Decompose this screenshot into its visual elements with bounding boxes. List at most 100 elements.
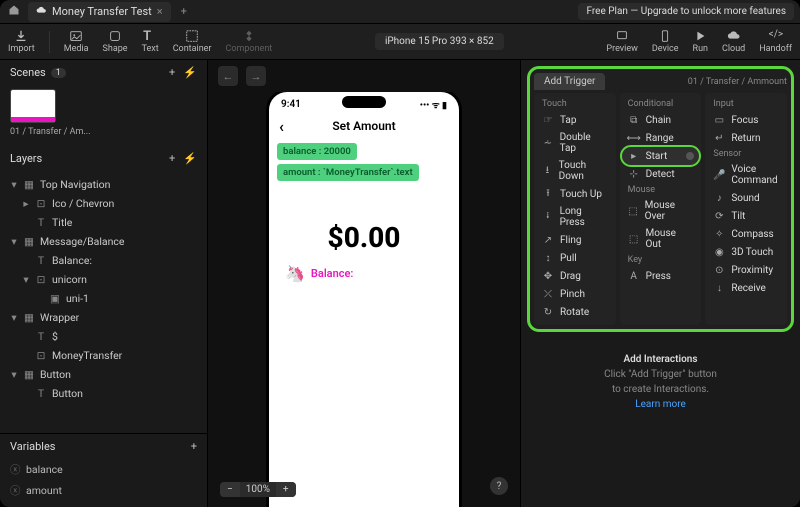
tab-label: Money Transfer Test xyxy=(52,5,152,18)
add-variable-button[interactable]: + xyxy=(191,440,197,453)
device-selector[interactable]: iPhone 15 Pro 393 × 852 xyxy=(375,33,504,50)
trigger-detect[interactable]: ⊹Detect xyxy=(622,165,700,183)
zoom-in-button[interactable]: + xyxy=(276,482,296,497)
text-icon: T xyxy=(35,387,47,399)
trigger-tap[interactable]: ☞Tap xyxy=(536,111,614,129)
layer-wrapper[interactable]: ▾▦Wrapper xyxy=(0,308,207,327)
pull-icon: ↕ xyxy=(542,252,554,264)
layer-dollar[interactable]: T$ xyxy=(0,327,207,346)
layer-money-transfer[interactable]: ⊡MoneyTransfer xyxy=(0,346,207,365)
close-icon[interactable]: × xyxy=(157,5,163,18)
add-trigger-tab[interactable]: Add Trigger xyxy=(534,73,605,90)
tilt-icon: ⟳ xyxy=(713,210,725,222)
trigger-focus[interactable]: ▭Focus xyxy=(707,111,785,129)
help-button[interactable]: ? xyxy=(490,477,508,495)
trigger-chain[interactable]: ⧉Chain xyxy=(622,111,700,129)
scene-thumbnail[interactable] xyxy=(10,89,56,123)
trigger-mouse-out[interactable]: ⬚Mouse Out xyxy=(622,225,700,253)
trigger-long-press[interactable]: ⭭Long Press xyxy=(536,203,614,231)
container-tool[interactable]: Container xyxy=(173,29,212,54)
variable-amount[interactable]: ⓧamount xyxy=(0,480,207,501)
section-conditional: Conditional xyxy=(622,97,700,111)
flash-icon[interactable]: ⚡ xyxy=(183,152,197,165)
trigger-sound[interactable]: ♪Sound xyxy=(707,189,785,207)
flash-icon[interactable]: ⚡ xyxy=(183,66,197,79)
trigger-return[interactable]: ↵Return xyxy=(707,129,785,147)
left-panel: Scenes 1 + ⚡ 01 / Transfer / Am... Layer… xyxy=(0,60,208,507)
layer-button[interactable]: TButton xyxy=(0,384,207,403)
text-tool[interactable]: T Text xyxy=(142,29,159,54)
trigger-double-tap[interactable]: ⩪Double Tap xyxy=(536,129,614,157)
range-icon: ⟷ xyxy=(628,132,640,144)
canvas[interactable]: 9:41 ••• ᯤ ▮ ‹ Set Amount balance : 2000… xyxy=(208,92,520,507)
breadcrumb: 01 / Transfer / Ammount xyxy=(688,77,787,87)
trigger-3d-touch[interactable]: ◉3D Touch xyxy=(707,243,785,261)
add-scene-button[interactable]: + xyxy=(169,66,175,79)
trigger-touch-down[interactable]: ⭳Touch Down xyxy=(536,157,614,185)
layer-balance[interactable]: TBalance: xyxy=(0,251,207,270)
upgrade-banner[interactable]: Free Plan — Upgrade to unlock more featu… xyxy=(578,3,794,20)
trigger-drag[interactable]: ✥Drag xyxy=(536,267,614,285)
zoom-out-button[interactable]: − xyxy=(220,482,240,497)
section-sensor: Sensor xyxy=(707,147,785,161)
run-tool[interactable]: Run xyxy=(693,29,708,54)
container-icon: ▦ xyxy=(23,235,35,247)
trigger-pull[interactable]: ↕Pull xyxy=(536,249,614,267)
learn-more-link[interactable]: Learn more xyxy=(635,399,686,410)
device-tool[interactable]: Device xyxy=(652,29,679,54)
trigger-panel: Add Trigger 01 / Transfer / Ammount Touc… xyxy=(527,66,794,332)
balance-label: Balance: xyxy=(311,267,353,280)
cloud-tool[interactable]: Cloud xyxy=(722,29,745,54)
shape-tool[interactable]: Shape xyxy=(103,29,128,54)
trigger-fling[interactable]: ↗Fling xyxy=(536,231,614,249)
detect-icon: ⊹ xyxy=(628,168,640,180)
layer-uni1[interactable]: ▣uni-1 xyxy=(0,289,207,308)
layer-top-navigation[interactable]: ▾▦Top Navigation xyxy=(0,175,207,194)
trigger-pinch[interactable]: ⤫Pinch xyxy=(536,285,614,303)
home-icon[interactable] xyxy=(6,4,22,19)
trigger-rotate[interactable]: ↻Rotate xyxy=(536,303,614,321)
trigger-tilt[interactable]: ⟳Tilt xyxy=(707,207,785,225)
variables-header: Variables + xyxy=(0,434,207,459)
phone-notch xyxy=(342,96,386,108)
layer-message-balance[interactable]: ▾▦Message/Balance xyxy=(0,232,207,251)
forward-button[interactable]: → xyxy=(246,66,266,86)
input-icon: ⊡ xyxy=(35,349,47,361)
voice-icon: 🎤 xyxy=(713,169,725,181)
trigger-receive[interactable]: ↓Receive xyxy=(707,279,785,297)
trigger-voice[interactable]: 🎤Voice Command xyxy=(707,161,785,189)
media-tool[interactable]: Media xyxy=(64,29,89,54)
import-tool[interactable]: Import xyxy=(8,29,35,54)
double-tap-icon: ⩪ xyxy=(542,137,554,149)
handoff-tool[interactable]: </> Handoff xyxy=(759,29,792,54)
toolbar: Import Media Shape T Text Container Comp… xyxy=(0,24,800,60)
layer-title[interactable]: TTitle xyxy=(0,213,207,232)
interactions-hint: Add Interactions Click "Add Trigger" but… xyxy=(527,352,794,412)
section-input: Input xyxy=(707,97,785,111)
variable-balance[interactable]: ⓧbalance xyxy=(0,459,207,480)
tab-project[interactable]: Money Transfer Test × xyxy=(28,2,171,22)
text-icon: T xyxy=(35,254,47,266)
chevron-left-icon[interactable]: ‹ xyxy=(279,117,284,136)
chip-balance[interactable]: balance : 20000 xyxy=(277,143,357,160)
add-tab-button[interactable]: + xyxy=(177,5,191,18)
trigger-range[interactable]: ⟷Range xyxy=(622,129,700,147)
trigger-touch-up[interactable]: ⭱Touch Up xyxy=(536,185,614,203)
back-button[interactable]: ← xyxy=(218,66,238,86)
trigger-compass[interactable]: ✧Compass xyxy=(707,225,785,243)
trigger-mouse-over[interactable]: ⬚Mouse Over xyxy=(622,197,700,225)
layer-button-container[interactable]: ▾▦Button xyxy=(0,365,207,384)
add-layer-button[interactable]: + xyxy=(169,152,175,165)
scene-count: 1 xyxy=(51,68,66,78)
section-touch: Touch xyxy=(536,97,614,111)
preview-tool[interactable]: Preview xyxy=(606,29,637,54)
long-press-icon: ⭭ xyxy=(542,211,554,223)
layer-ico-chevron[interactable]: ▸⊡Ico / Chevron xyxy=(0,194,207,213)
layer-unicorn[interactable]: ▾⊡unicorn xyxy=(0,270,207,289)
trigger-proximity[interactable]: ⊙Proximity xyxy=(707,261,785,279)
scenes-header: Scenes 1 + ⚡ xyxy=(0,60,207,85)
trigger-start[interactable]: ▸Start xyxy=(622,147,700,165)
trigger-press[interactable]: APress xyxy=(622,267,700,285)
chip-amount[interactable]: amount : `MoneyTransfer`.text xyxy=(277,164,419,181)
cloud-icon xyxy=(36,5,47,19)
